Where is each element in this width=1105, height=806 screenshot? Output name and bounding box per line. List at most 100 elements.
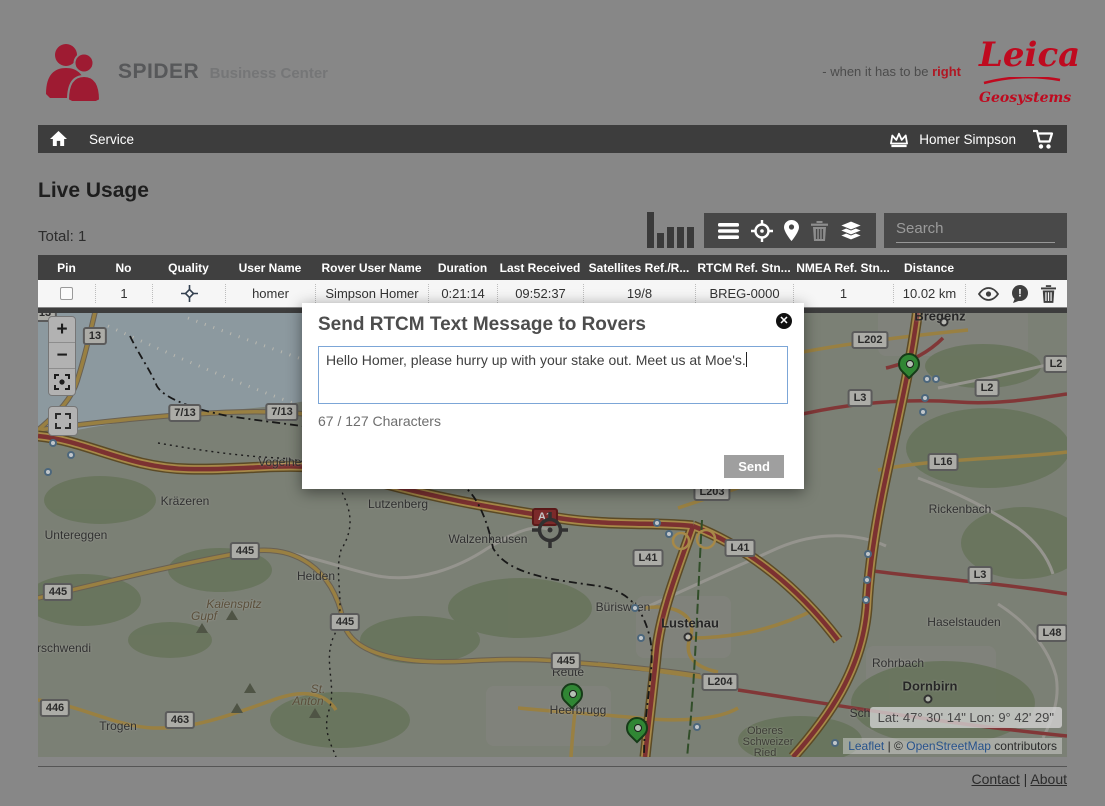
row-distance: 10.02 km <box>893 284 965 303</box>
junction-dot <box>631 604 639 612</box>
locate-target-icon[interactable] <box>751 220 773 242</box>
road-shield: 7/13 <box>265 403 298 421</box>
road-shield: L204 <box>701 673 738 691</box>
pin-checkbox[interactable] <box>60 287 73 300</box>
junction-dot <box>864 550 872 558</box>
row-no: 1 <box>95 284 152 303</box>
map-label: Walzenhausen <box>449 532 528 546</box>
signal-bars-icon[interactable] <box>644 210 694 248</box>
nav-item-service[interactable]: Service <box>89 132 134 147</box>
cart-icon[interactable] <box>1032 129 1057 150</box>
column-header[interactable]: Last Received <box>497 261 583 275</box>
peak-icon <box>226 610 238 620</box>
home-icon[interactable] <box>50 131 67 147</box>
leaflet-link[interactable]: Leaflet <box>848 739 884 753</box>
map-label: Haselstauden <box>927 615 1000 629</box>
row-satellites: 19/8 <box>583 284 695 303</box>
text-caret <box>746 352 747 367</box>
send-button[interactable]: Send <box>724 455 784 478</box>
row-duration: 0:21:14 <box>428 284 497 303</box>
zoom-out-button[interactable]: − <box>49 343 75 369</box>
row-quality-cell <box>152 284 225 303</box>
road-shield: L48 <box>1037 624 1067 642</box>
message-textarea[interactable]: Hello Homer, please hurry up with your s… <box>318 346 788 404</box>
column-header[interactable]: Duration <box>428 261 497 275</box>
map-label: Sch <box>850 706 871 720</box>
nav-bar: Service Homer Simpson <box>38 125 1067 153</box>
search-input[interactable] <box>896 218 1055 243</box>
junction-dot <box>831 739 839 747</box>
box-select-icon <box>55 413 71 429</box>
total-count: Total: 1 <box>38 228 86 245</box>
fullscreen-button[interactable] <box>49 369 75 395</box>
junction-dot <box>863 576 871 584</box>
junction-dot <box>919 408 927 416</box>
map-label: Büriswilen <box>596 600 651 614</box>
page-footer: Contact | About <box>38 766 1067 787</box>
osm-link[interactable]: OpenStreetMap <box>906 739 991 753</box>
road-shield: L16 <box>928 453 959 471</box>
peak-icon <box>196 623 208 633</box>
column-header[interactable]: RTCM Ref. Stn... <box>695 261 793 275</box>
row-last-received: 09:52:37 <box>497 284 583 303</box>
road-shield: L2 <box>975 379 1000 397</box>
box-select-button[interactable] <box>48 406 78 436</box>
rover-marker-icon[interactable] <box>560 682 586 718</box>
tagline: - when it has to be right <box>822 64 961 79</box>
footer-separator: | <box>1024 771 1028 787</box>
row-rover-user-name: Simpson Homer <box>315 284 428 303</box>
message-text: Hello Homer, please hurry up with your s… <box>326 352 746 368</box>
row-actions: ! <box>965 284 1067 303</box>
column-header[interactable]: NMEA Ref. Stn... <box>793 261 893 275</box>
road-shield: 446 <box>40 699 70 717</box>
column-header[interactable]: Quality <box>152 261 225 275</box>
map-label: rschwendi <box>38 641 91 655</box>
about-link[interactable]: About <box>1030 771 1067 787</box>
column-header[interactable]: No <box>95 261 152 275</box>
rover-marker-icon[interactable] <box>897 352 923 388</box>
road-shield: L3 <box>968 566 993 584</box>
spider-logo: SPIDER Business Center <box>42 42 328 102</box>
zoom-in-button[interactable]: + <box>49 317 75 343</box>
junction-dot <box>637 634 645 642</box>
row-rtcm-ref: BREG-0000 <box>695 284 793 303</box>
menu-icon[interactable] <box>718 223 739 239</box>
leica-swoosh-icon <box>982 77 1062 85</box>
road-shield: 445 <box>330 613 360 631</box>
product-name: SPIDER <box>118 60 199 83</box>
view-eye-icon[interactable] <box>978 287 999 301</box>
town-dot <box>684 633 693 642</box>
junction-dot <box>665 530 673 538</box>
map-label: Lustenau <box>661 616 719 631</box>
table-header-row: PinNoQualityUser NameRover User NameDura… <box>38 255 1067 280</box>
current-user[interactable]: Homer Simpson <box>919 132 1016 147</box>
column-header[interactable]: Rover User Name <box>315 261 428 275</box>
leica-sub: Geosystems <box>979 90 1065 106</box>
rover-marker-icon[interactable] <box>625 716 651 752</box>
message-bubble-icon[interactable]: ! <box>1011 285 1029 303</box>
junction-dot <box>44 468 52 476</box>
column-header[interactable]: Satellites Ref./R... <box>583 261 695 275</box>
character-counter: 67 / 127 Characters <box>318 413 788 429</box>
layers-icon[interactable] <box>840 221 862 241</box>
road-shield: L202 <box>851 331 888 349</box>
modal-close-icon[interactable]: ✕ <box>776 313 792 329</box>
road-shield: L41 <box>633 549 664 567</box>
map-label: Rohrbach <box>872 656 924 670</box>
modal-title: Send RTCM Text Message to Rovers <box>318 314 788 336</box>
map-label: Anton <box>292 694 323 708</box>
location-pin-icon[interactable] <box>784 220 799 241</box>
delete-trash-icon[interactable] <box>811 221 828 241</box>
junction-dot <box>862 596 870 604</box>
column-header[interactable]: Pin <box>38 261 95 275</box>
road-shield: L41 <box>725 539 756 557</box>
map-label: Kaienspitz <box>206 597 261 611</box>
live-usage-table: PinNoQualityUser NameRover User NameDura… <box>38 255 1067 307</box>
road-shield: 445 <box>551 652 581 670</box>
column-header[interactable]: Distance <box>893 261 965 275</box>
map-label: Heiden <box>297 569 335 583</box>
leica-wordmark: Leica <box>979 38 1065 72</box>
contact-link[interactable]: Contact <box>972 771 1020 787</box>
row-trash-icon[interactable] <box>1041 285 1056 303</box>
column-header[interactable]: User Name <box>225 261 315 275</box>
